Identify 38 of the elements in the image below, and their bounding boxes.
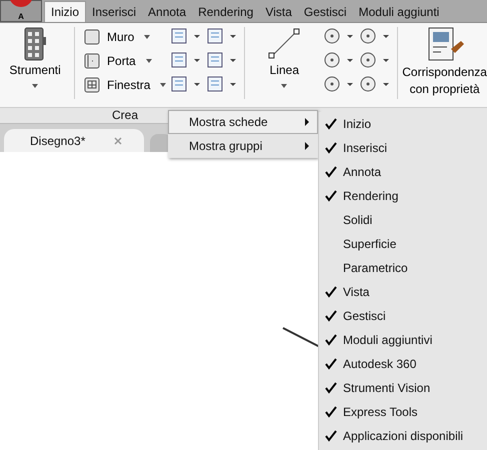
menu-item[interactable]: Autodesk 360: [319, 352, 487, 376]
menu-item[interactable]: Moduli aggiuntivi: [319, 328, 487, 352]
menu-item[interactable]: Rendering: [319, 184, 487, 208]
wall-icon: [83, 28, 102, 46]
menu-item[interactable]: Vista: [319, 280, 487, 304]
tool-button[interactable]: Porta: [83, 51, 166, 71]
ribbon-tab[interactable]: Rendering: [192, 2, 260, 22]
close-icon[interactable]: [114, 136, 122, 144]
ribbon-tab[interactable]: Inserisci: [86, 2, 142, 22]
panel-title: Crea: [112, 108, 138, 122]
line-button[interactable]: Linea: [249, 27, 320, 91]
menu-item[interactable]: Parametrico: [319, 256, 487, 280]
menu-item[interactable]: Superficie: [319, 232, 487, 256]
ribbon-tab[interactable]: Moduli aggiunti: [352, 2, 446, 22]
ribbon-tab[interactable]: Vista: [259, 2, 298, 22]
ribbon-tab[interactable]: Annota: [142, 2, 192, 22]
line-icon: [267, 27, 302, 61]
door-icon: [83, 52, 102, 70]
ribbon-tab[interactable]: Inizio: [44, 1, 86, 22]
menu-item[interactable]: Mostra schede: [168, 110, 318, 134]
menu-item[interactable]: Inizio: [319, 112, 487, 136]
menu-item[interactable]: Annota: [319, 160, 487, 184]
menu-item[interactable]: Solidi: [319, 208, 487, 232]
window-icon: [83, 76, 102, 94]
document-tab[interactable]: Disegno3*: [4, 129, 144, 152]
ribbon-tab[interactable]: Gestisci: [298, 2, 353, 22]
menu-item[interactable]: Express Tools: [319, 400, 487, 424]
application-button[interactable]: A: [0, 0, 42, 22]
tool-palettes-button[interactable]: Strumenti: [0, 27, 70, 91]
menu-item[interactable]: Inserisci: [319, 136, 487, 160]
match-properties-button[interactable]: Corrispondenza con proprietà: [402, 27, 487, 97]
tool-button[interactable]: Muro: [83, 27, 166, 47]
menu-item[interactable]: Gestisci: [319, 304, 487, 328]
tool-button[interactable]: Finestra: [83, 75, 166, 95]
tool-palette-icon: [24, 27, 46, 61]
menu-item[interactable]: Applicazioni disponibili: [319, 424, 487, 448]
menu-item[interactable]: Strumenti Vision: [319, 376, 487, 400]
menu-item[interactable]: Mostra gruppi: [168, 134, 318, 158]
